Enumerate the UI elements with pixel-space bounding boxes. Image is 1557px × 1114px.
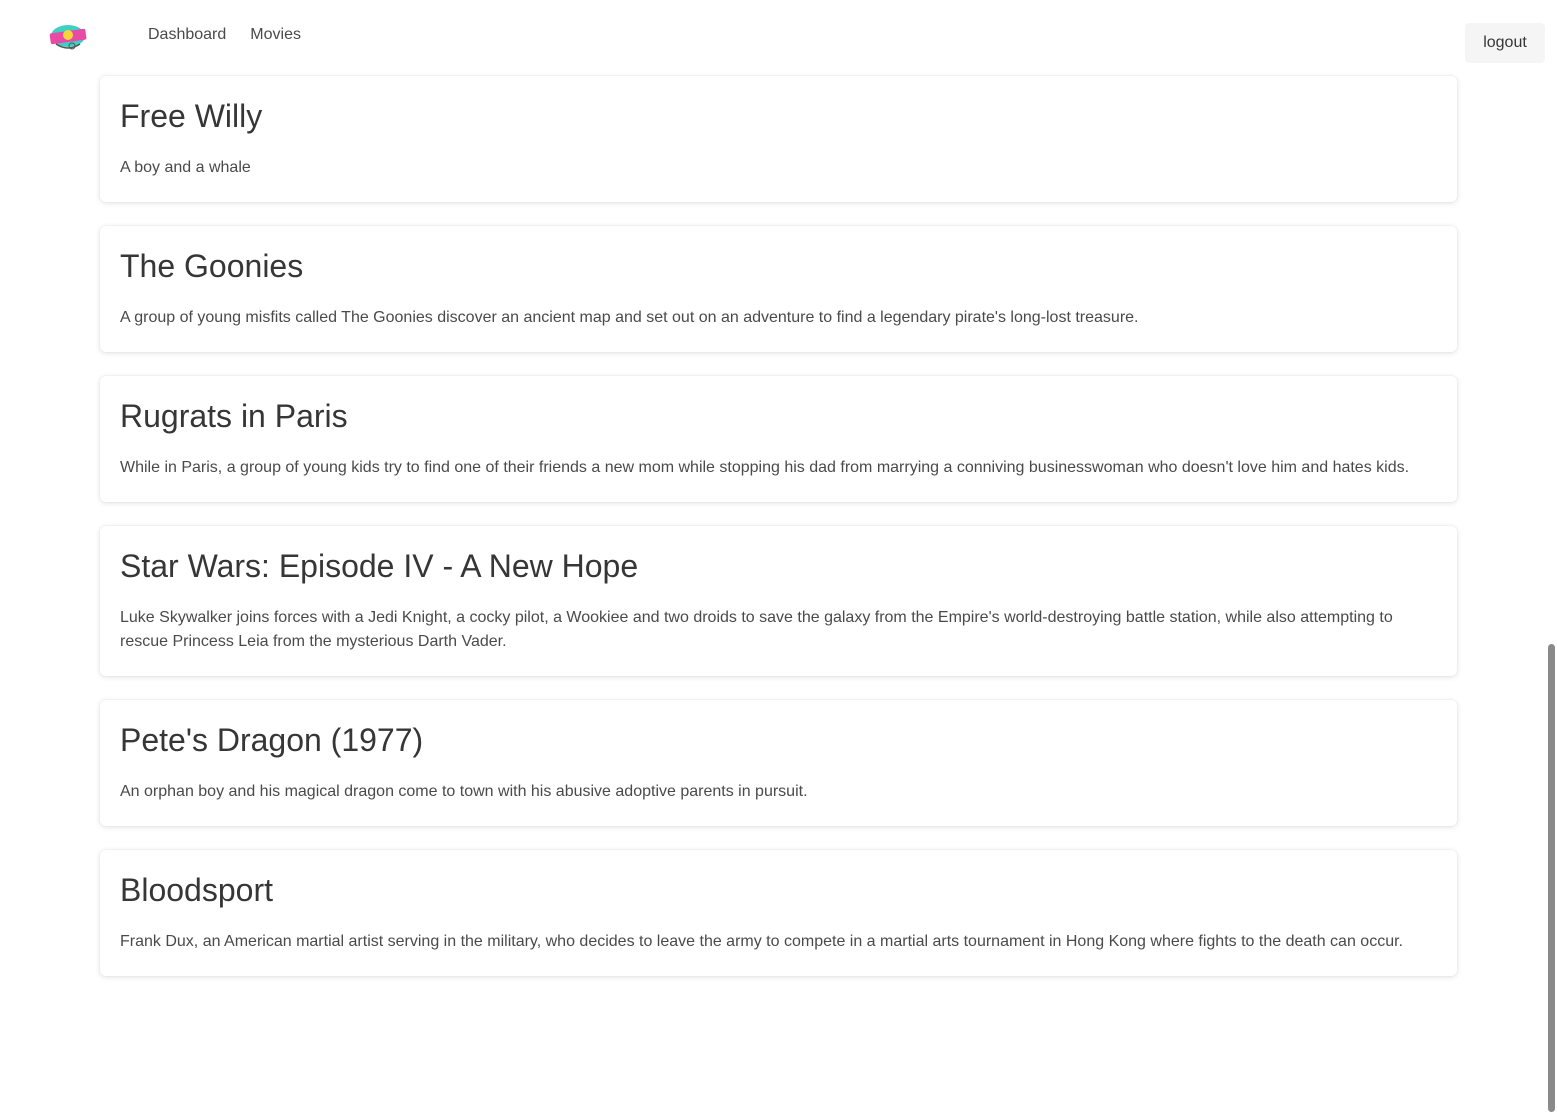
movie-title: Free Willy: [120, 98, 263, 134]
movie-title: Rugrats in Paris: [120, 398, 348, 434]
movie-description: An orphan boy and his magical dragon com…: [120, 783, 808, 800]
nav-link-dashboard[interactable]: Dashboard: [148, 25, 226, 45]
scrollbar-thumb[interactable]: [1548, 644, 1555, 1112]
movie-card: Rugrats in Paris While in Paris, a group…: [100, 376, 1457, 502]
movie-card: Bloodsport Frank Dux, an American martia…: [100, 850, 1457, 976]
movie-card: The Goonies A group of young misfits cal…: [100, 226, 1457, 352]
app-logo-icon[interactable]: [48, 22, 88, 52]
movie-description: A boy and a whale: [120, 159, 251, 176]
movie-description: Frank Dux, an American martial artist se…: [120, 933, 1403, 950]
nav-links: Dashboard Movies: [148, 25, 301, 45]
navbar: Dashboard Movies logout: [0, 0, 1557, 72]
logout-button[interactable]: logout: [1465, 23, 1545, 63]
scrollbar[interactable]: [1545, 0, 1557, 1114]
movie-description: While in Paris, a group of young kids tr…: [120, 459, 1410, 476]
movie-card: Pete's Dragon (1977) An orphan boy and h…: [100, 700, 1457, 826]
movie-title: Pete's Dragon (1977): [120, 722, 424, 758]
movie-description: A group of young misfits called The Goon…: [120, 309, 1139, 326]
movie-card: Star Wars: Episode IV - A New Hope Luke …: [100, 526, 1457, 676]
movie-description: Luke Skywalker joins forces with a Jedi …: [120, 609, 1393, 650]
movie-title: The Goonies: [120, 248, 304, 284]
nav-link-movies[interactable]: Movies: [250, 25, 301, 45]
movie-list: Free Willy A boy and a whale The Goonies…: [100, 76, 1457, 976]
movie-title: Bloodsport: [120, 872, 273, 908]
page: Dashboard Movies logout Free Willy A boy…: [0, 0, 1557, 1114]
movie-title: Star Wars: Episode IV - A New Hope: [120, 548, 639, 584]
movie-card: Free Willy A boy and a whale: [100, 76, 1457, 202]
